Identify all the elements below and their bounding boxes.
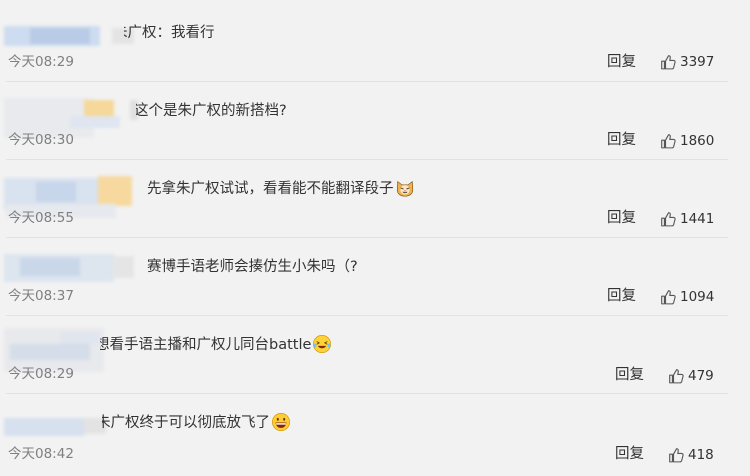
cat-face-emoji-icon: [396, 180, 413, 197]
thumbs-up-icon: [661, 133, 676, 148]
thumbs-up-icon: [669, 447, 684, 462]
comment-item: 朱广权：我看行 今天08:29 回复 3397: [0, 4, 750, 82]
comment-timestamp: 今天08:30: [8, 132, 74, 148]
thumbs-up-icon: [661, 289, 676, 304]
comment-text: 赛博手语老师会揍仿生小朱吗（?: [147, 259, 358, 275]
thumbs-up-icon: [669, 368, 684, 383]
reply-button[interactable]: 回复: [607, 286, 636, 306]
comment-timestamp: 今天08:42: [8, 446, 74, 462]
comment-list: 朱广权：我看行 今天08:29 回复 3397 这个是朱广权的新搭档? 今天08…: [0, 0, 750, 476]
reply-button[interactable]: 回复: [615, 365, 644, 385]
like-count: 1094: [680, 289, 715, 305]
laughing-tears-emoji-icon: [313, 335, 332, 353]
comment-text: 这个是朱广权的新搭档?: [136, 103, 287, 119]
reply-button[interactable]: 回复: [607, 208, 636, 228]
comment-text: 想看手语主播和广权儿同台battle: [100, 335, 360, 355]
like-count: 1441: [680, 211, 715, 227]
reply-button[interactable]: 回复: [607, 52, 636, 72]
like-button[interactable]: 3397: [660, 53, 714, 71]
like-button[interactable]: 479: [668, 367, 714, 385]
like-button[interactable]: 1441: [660, 210, 714, 228]
comment-text: 先拿朱广权试试，看看能不能翻译段子: [147, 179, 415, 199]
like-button[interactable]: 1094: [660, 288, 714, 306]
like-button[interactable]: 418: [668, 446, 714, 464]
like-count: 418: [688, 447, 714, 463]
comment-item: 朱广权终于可以彻底放飞了 今天08:42 回复 418: [0, 394, 750, 472]
comment-timestamp: 今天08:29: [8, 54, 74, 70]
grinning-emoji-icon: [272, 413, 290, 431]
like-button[interactable]: 1860: [660, 132, 714, 150]
thumbs-up-icon: [661, 211, 676, 226]
comment-text: 朱广权终于可以彻底放飞了: [102, 413, 302, 433]
comment-item: 赛博手语老师会揍仿生小朱吗（? 今天08:37 回复 1094: [0, 238, 750, 316]
like-count: 1860: [680, 133, 715, 149]
comment-timestamp: 今天08:55: [8, 210, 74, 226]
comment-text: 朱广权：我看行: [124, 25, 215, 41]
comment-item: 先拿朱广权试试，看看能不能翻译段子 今天08:55 回复 1441: [0, 160, 750, 238]
comment-item: 这个是朱广权的新搭档? 今天08:30 回复 1860: [0, 82, 750, 160]
comment-timestamp: 今天08:37: [8, 288, 74, 304]
reply-button[interactable]: 回复: [615, 444, 644, 464]
like-count: 479: [688, 368, 714, 384]
like-count: 3397: [680, 54, 715, 70]
reply-button[interactable]: 回复: [607, 130, 636, 150]
comment-timestamp: 今天08:29: [8, 366, 74, 382]
comment-item: 想看手语主播和广权儿同台battle 今天08:29 回复 479: [0, 316, 750, 394]
thumbs-up-icon: [661, 54, 676, 69]
